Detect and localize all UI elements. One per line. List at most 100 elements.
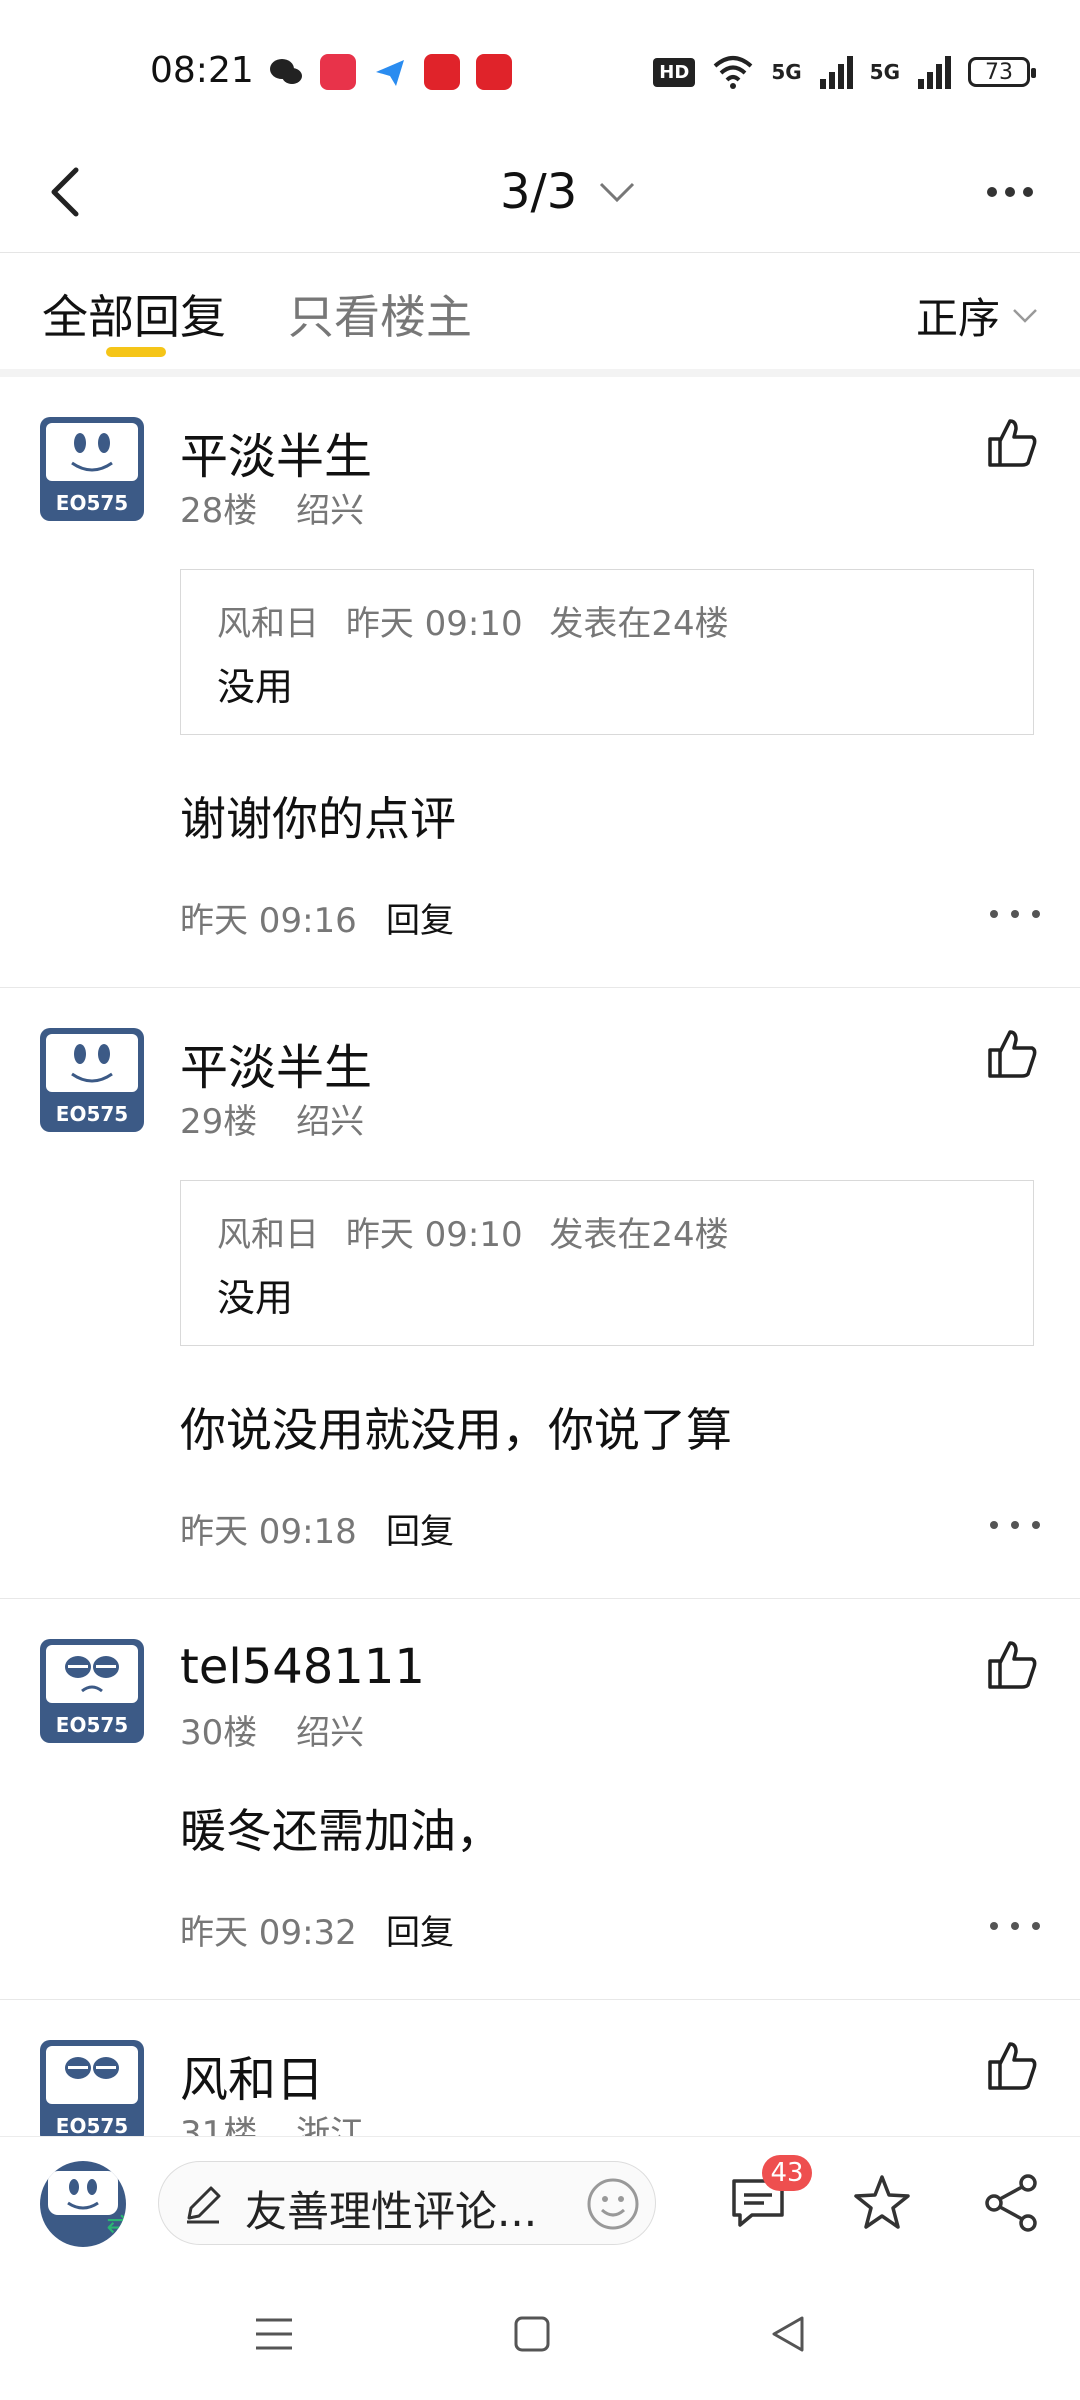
floor-number: 30楼 (180, 1713, 258, 1753)
floor-location: 28楼 绍兴 (180, 483, 364, 532)
signal-5g-label-2: 5G (869, 60, 900, 84)
comment-input[interactable]: 友善理性评论... (158, 2161, 656, 2245)
app-red2-icon (476, 54, 512, 90)
reply-time: 昨天 09:16 (180, 901, 357, 941)
floor-number: 28楼 (180, 491, 258, 531)
floor-location: 31楼 浙江 (180, 2106, 364, 2136)
reply-time: 昨天 09:32 (180, 1913, 357, 1953)
page-indicator: 3/3 (500, 164, 578, 220)
hd-icon: HD (653, 57, 696, 87)
reply-content: 你说没用就没用，你说了算 (180, 1403, 732, 1457)
share-icon[interactable] (980, 2171, 1044, 2235)
reply-time: 昨天 09:18 (180, 1512, 357, 1552)
quote-author: 风和日 (217, 1215, 319, 1255)
avatar[interactable]: EO575 (40, 2040, 144, 2136)
bottom-action-bar: ⇄ 友善理性评论... 43 (0, 2136, 1080, 2267)
tab-op-only[interactable]: 只看楼主 (288, 281, 472, 347)
back-icon[interactable] (764, 2310, 812, 2358)
reply-item: EO575 风和日 31楼 浙江 (0, 2000, 1080, 2136)
post-more-button[interactable] (990, 1911, 1040, 1941)
more-menu-button[interactable] (970, 160, 1050, 224)
my-avatar[interactable]: ⇄ (40, 2161, 126, 2247)
tab-all-replies[interactable]: 全部回复 (42, 281, 226, 347)
avatar-brand: EO575 (55, 491, 129, 515)
post-more-button[interactable] (990, 899, 1040, 929)
thumbs-up-icon[interactable] (984, 1637, 1040, 1693)
reply-button[interactable]: 回复 (386, 1905, 454, 1954)
reply-content: 暖冬还需加油， (180, 1804, 502, 1858)
thumbs-up-icon[interactable] (984, 1026, 1040, 1082)
system-navigation-bar (0, 2266, 1080, 2400)
thumbs-up-icon[interactable] (984, 2038, 1040, 2094)
signal-icon-2 (918, 56, 951, 89)
star-icon[interactable] (850, 2171, 914, 2235)
avatar[interactable]: EO575 (40, 1028, 144, 1132)
location: 浙江 (296, 2114, 365, 2136)
floor-location: 30楼 绍兴 (180, 1705, 364, 1754)
username[interactable]: 平淡半生 (180, 1028, 372, 1098)
signal-5g-label: 5G (771, 60, 802, 84)
status-time: 08:21 (150, 50, 254, 91)
reply-item: EO575 平淡半生 28楼 绍兴 风和日 昨天 09:10 发表在24楼 没用… (0, 377, 1080, 988)
emoji-icon[interactable] (585, 2176, 641, 2232)
reply-item: EO575 tel548111 30楼 绍兴 暖冬还需加油， 昨天 09:32 … (0, 1599, 1080, 2000)
floor-number: 31楼 (180, 2114, 258, 2136)
avatar[interactable]: EO575 (40, 1639, 144, 1743)
pen-icon (187, 2186, 221, 2224)
quote-meta: 风和日 昨天 09:10 发表在24楼 (217, 596, 729, 645)
username[interactable]: 平淡半生 (180, 417, 372, 487)
quote-text: 没用 (217, 1276, 294, 1320)
reply-button[interactable]: 回复 (386, 893, 454, 942)
location: 绍兴 (296, 1713, 365, 1753)
username[interactable]: tel548111 (180, 1639, 425, 1695)
reply-button[interactable]: 回复 (386, 1504, 454, 1553)
app-red-icon (424, 54, 460, 90)
avatar-brand: EO575 (55, 2114, 129, 2136)
battery-icon: 73 (968, 57, 1036, 87)
post-more-button[interactable] (990, 1510, 1040, 1540)
battery-level: 73 (985, 59, 1013, 85)
location: 绍兴 (296, 491, 365, 531)
chevron-down-icon (600, 182, 635, 203)
quoted-reply[interactable]: 风和日 昨天 09:10 发表在24楼 没用 (180, 569, 1034, 735)
quote-author: 风和日 (217, 604, 319, 644)
top-nav-bar: 3/3 (0, 140, 1080, 253)
divider (0, 369, 1080, 377)
location: 绍兴 (296, 1102, 365, 1142)
sort-label: 正序 (915, 294, 1000, 343)
quote-time: 昨天 09:10 (345, 604, 523, 644)
signal-icon (819, 56, 853, 89)
chevron-down-icon (1013, 308, 1037, 323)
switch-account-icon: ⇄ (106, 2209, 126, 2239)
reply-content: 谢谢你的点评 (180, 792, 456, 846)
thumbs-up-icon[interactable] (984, 415, 1040, 471)
reply-item: EO575 平淡半生 29楼 绍兴 风和日 昨天 09:10 发表在24楼 没用… (0, 988, 1080, 1599)
comment-count-badge: 43 (762, 2155, 812, 2191)
comment-placeholder: 友善理性评论... (245, 2187, 538, 2236)
sort-dropdown[interactable]: 正序 (916, 285, 1038, 346)
avatar-brand: EO575 (55, 1102, 129, 1126)
avatar[interactable]: EO575 (40, 417, 144, 521)
status-bar: 08:21 HD 5G 5G 73 (0, 0, 1080, 140)
active-tab-indicator (106, 347, 166, 357)
quote-ref: 发表在24楼 (549, 1215, 729, 1255)
quote-meta: 风和日 昨天 09:10 发表在24楼 (217, 1207, 729, 1256)
username[interactable]: 风和日 (180, 2040, 324, 2110)
home-icon[interactable] (508, 2310, 556, 2358)
avatar-brand: EO575 (55, 1713, 129, 1737)
quote-text: 没用 (217, 665, 294, 709)
menu-icon[interactable] (250, 2310, 298, 2358)
feishu-icon (372, 54, 408, 90)
xiaohongshu-icon (320, 54, 356, 90)
wechat-icon (268, 54, 304, 90)
floor-location: 29楼 绍兴 (180, 1094, 364, 1143)
quoted-reply[interactable]: 风和日 昨天 09:10 发表在24楼 没用 (180, 1180, 1034, 1346)
quote-ref: 发表在24楼 (549, 604, 729, 644)
page-selector[interactable]: 3/3 (500, 160, 637, 224)
quote-time: 昨天 09:10 (345, 1215, 523, 1255)
back-arrow-icon[interactable] (36, 160, 100, 224)
status-indicators: HD 5G 5G 73 (653, 50, 1036, 94)
floor-number: 29楼 (180, 1102, 258, 1142)
wifi-icon (713, 56, 753, 89)
reply-filter-tabs: 全部回复 只看楼主 正序 (0, 253, 1080, 370)
